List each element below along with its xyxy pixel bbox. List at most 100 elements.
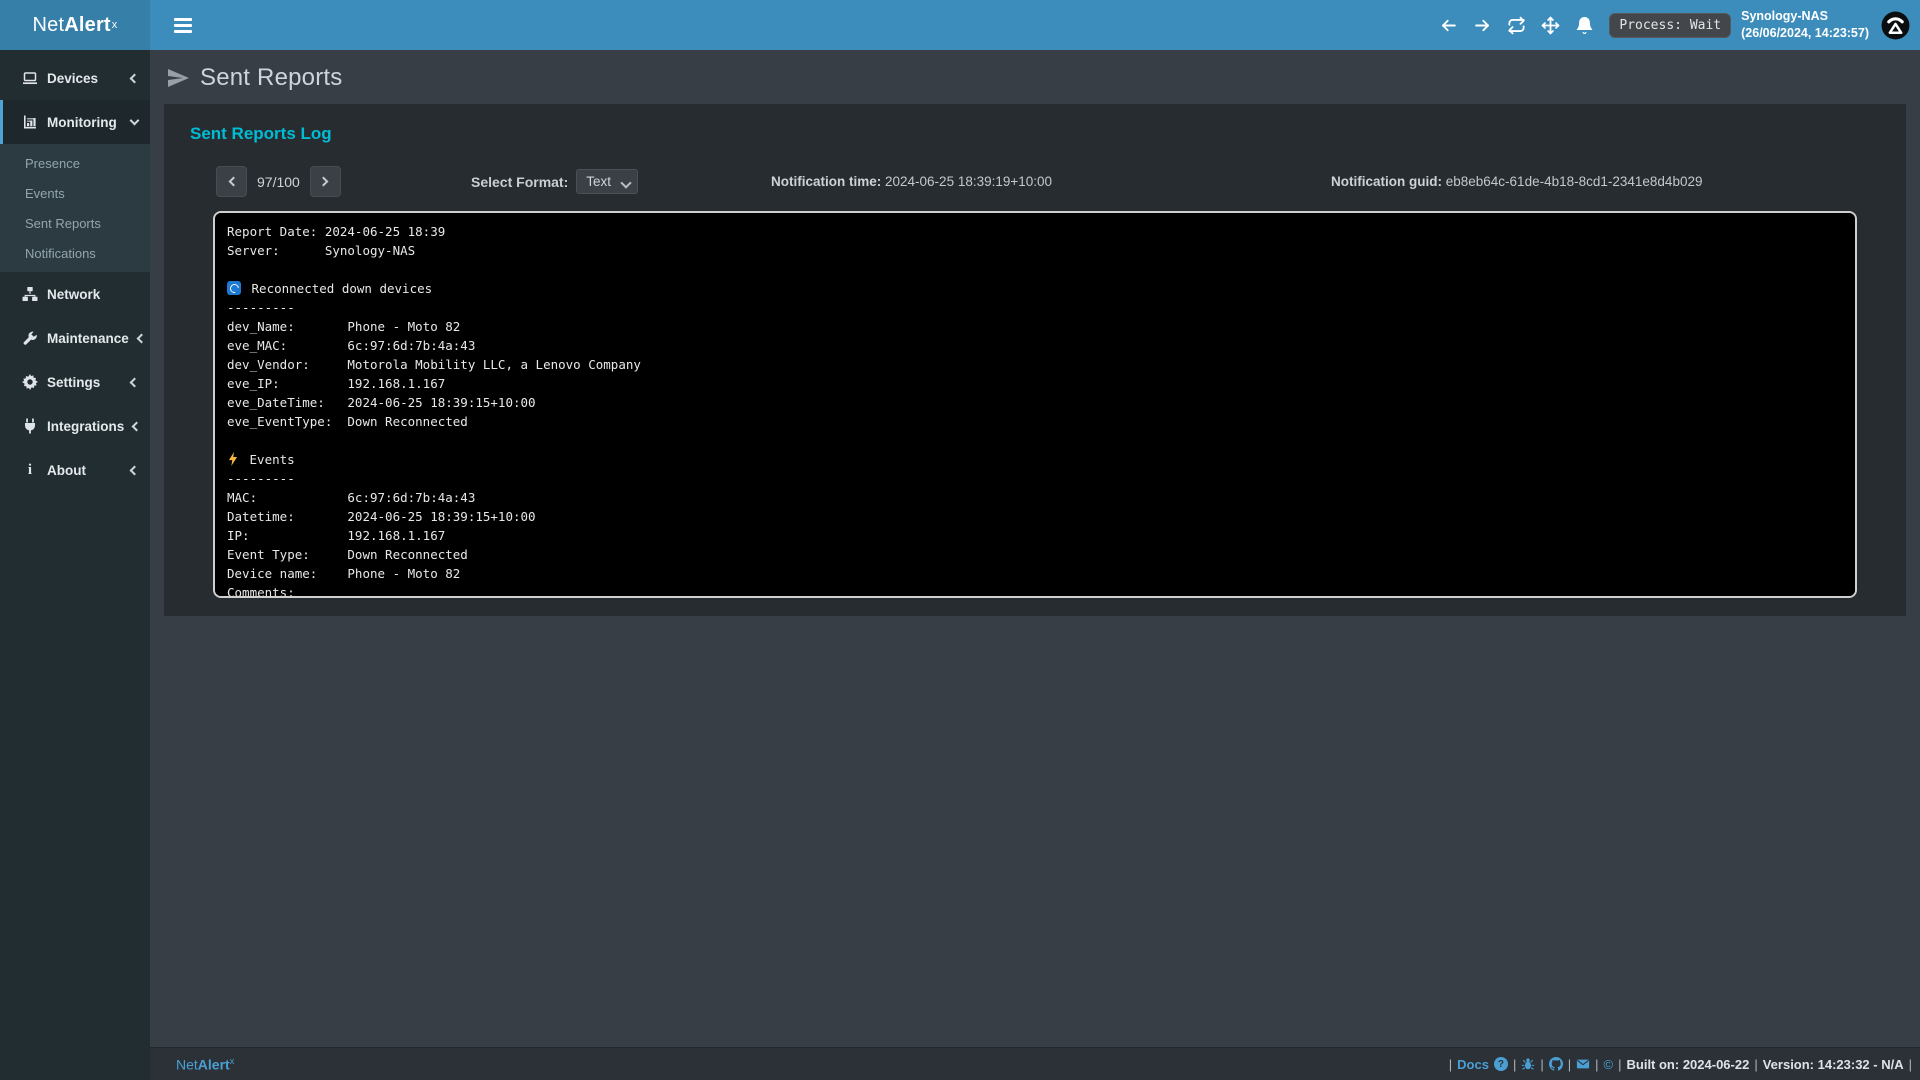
brand-logo[interactable]: NetAlertx xyxy=(0,0,150,50)
notification-guid-value: eb8eb64c-61de-4b18-8cd1-2341e8d4b029 xyxy=(1446,174,1703,189)
panel-heading[interactable]: Sent Reports Log xyxy=(164,118,1906,150)
console-line xyxy=(227,431,1843,450)
sidebar-toggle-button[interactable] xyxy=(168,12,198,39)
envelope-icon xyxy=(1576,1057,1590,1071)
sidebar-item-label: Settings xyxy=(47,375,122,390)
sidebar-subitem-presence[interactable]: Presence xyxy=(0,148,150,178)
format-label: Select Format: xyxy=(471,174,568,190)
console-line: dev_Vendor: Motorola Mobility LLC, a Len… xyxy=(227,355,1843,374)
build-info: Built on: 2024-06-22 xyxy=(1627,1057,1750,1072)
avatar-icon xyxy=(1881,11,1910,40)
gear-icon xyxy=(22,374,38,390)
brand-bold: Alert xyxy=(64,14,111,37)
server-info: Synology-NAS (26/06/2024, 14:23:57) xyxy=(1741,8,1869,43)
sidebar-item-label: Integrations xyxy=(47,419,124,434)
notification-time-label: Notification time: xyxy=(771,174,881,189)
help-icon[interactable]: ? xyxy=(1494,1057,1508,1071)
process-status-badge[interactable]: Process: Wait xyxy=(1609,13,1731,38)
sent-reports-panel: Sent Reports Log 97/100 Select Format: T… xyxy=(164,104,1906,616)
sidebar-item-network[interactable]: Network xyxy=(0,272,150,316)
sidebar-item-about[interactable]: i About xyxy=(0,448,150,492)
console-line: Device name: Phone - Moto 82 xyxy=(227,564,1843,583)
arrow-left-icon xyxy=(1439,16,1458,35)
content-area: Sent Reports Sent Reports Log 97/100 Sel… xyxy=(150,50,1920,1047)
notification-time: Notification time: 2024-06-25 18:39:19+1… xyxy=(771,174,1331,189)
brand-sup: x xyxy=(112,19,118,31)
top-header: NetAlertx Process: Wait Synology-NAS (26… xyxy=(0,0,1920,50)
wrench-icon xyxy=(22,330,38,346)
notification-time-value: 2024-06-25 18:39:19+10:00 xyxy=(885,174,1052,189)
sidebar-item-monitoring[interactable]: Monitoring xyxy=(0,100,150,144)
sidebar-item-settings[interactable]: Settings xyxy=(0,360,150,404)
pagination: 97/100 xyxy=(164,166,471,197)
report-console[interactable]: Report Date: 2024-06-25 18:39Server: Syn… xyxy=(213,211,1857,598)
console-line: Report Date: 2024-06-25 18:39 xyxy=(227,222,1843,241)
bug-report-link[interactable] xyxy=(1521,1057,1535,1071)
laptop-icon xyxy=(22,70,38,86)
console-line: --------- xyxy=(227,469,1843,488)
console-line: --------- xyxy=(227,298,1843,317)
chevron-left-icon xyxy=(130,377,140,387)
prev-report-button[interactable] xyxy=(216,166,247,197)
pagination-count: 97/100 xyxy=(257,174,300,190)
console-line: Events xyxy=(227,450,1843,469)
console-line: Reconnected down devices xyxy=(227,279,1843,298)
console-line: Comments: xyxy=(227,583,1843,598)
sitemap-icon xyxy=(22,286,38,302)
sidebar-item-devices[interactable]: Devices xyxy=(0,56,150,100)
format-select[interactable]: Text xyxy=(576,169,638,194)
sidebar-item-label: Network xyxy=(47,287,138,302)
monitoring-submenu: Presence Events Sent Reports Notificatio… xyxy=(0,144,150,272)
github-link[interactable] xyxy=(1549,1057,1563,1071)
sidebar-item-label: About xyxy=(47,463,122,478)
console-line: eve_MAC: 6c:97:6d:7b:4a:43 xyxy=(227,336,1843,355)
footer-brand-link[interactable]: NetAlertx xyxy=(176,1056,234,1073)
refresh-button[interactable] xyxy=(1499,8,1533,42)
sidebar-subitem-notifications[interactable]: Notifications xyxy=(0,238,150,268)
sidebar-item-label: Monitoring xyxy=(47,115,122,130)
chevron-left-icon xyxy=(130,73,140,83)
sidebar-item-integrations[interactable]: Integrations xyxy=(0,404,150,448)
sidebar-subitem-sent-reports[interactable]: Sent Reports xyxy=(0,208,150,238)
user-avatar[interactable] xyxy=(1881,11,1910,40)
move-icon xyxy=(1541,16,1560,35)
chevron-right-icon xyxy=(319,177,329,187)
copyright-link[interactable]: © xyxy=(1604,1057,1614,1072)
chevron-down-icon xyxy=(130,116,140,126)
console-line: Server: Synology-NAS xyxy=(227,241,1843,260)
sidebar-item-maintenance[interactable]: Maintenance xyxy=(0,316,150,360)
paper-plane-icon xyxy=(166,66,190,90)
chevron-left-icon xyxy=(228,177,238,187)
sidebar-subitem-events[interactable]: Events xyxy=(0,178,150,208)
notification-guid-label: Notification guid: xyxy=(1331,174,1442,189)
console-line: eve_DateTime: 2024-06-25 18:39:15+10:00 xyxy=(227,393,1843,412)
github-icon xyxy=(1549,1057,1563,1071)
docs-link[interactable]: Docs xyxy=(1457,1057,1489,1072)
notifications-button[interactable] xyxy=(1567,8,1601,42)
sidebar-item-label: Devices xyxy=(47,71,122,86)
footer-links: | Docs ? | | | | © | Built on: 2024-06-2… xyxy=(1449,1057,1912,1072)
sidebar-item-label: Maintenance xyxy=(47,331,129,346)
format-select-wrap: Text xyxy=(576,169,638,194)
move-button[interactable] xyxy=(1533,8,1567,42)
page-title: Sent Reports xyxy=(164,58,1906,104)
console-line: eve_IP: 192.168.1.167 xyxy=(227,374,1843,393)
nav-forward-button[interactable] xyxy=(1465,8,1499,42)
brand-prefix: Net xyxy=(32,14,64,37)
format-group: Select Format: Text xyxy=(471,169,771,194)
console-line: dev_Name: Phone - Moto 82 xyxy=(227,317,1843,336)
app-body: Devices Monitoring Presence Events Sent … xyxy=(0,50,1920,1080)
console-line: Event Type: Down Reconnected xyxy=(227,545,1843,564)
chevron-left-icon xyxy=(136,333,146,343)
server-name: Synology-NAS xyxy=(1741,8,1869,26)
page-title-text: Sent Reports xyxy=(200,64,342,92)
email-link[interactable] xyxy=(1576,1057,1590,1071)
nav-back-button[interactable] xyxy=(1431,8,1465,42)
refresh-icon xyxy=(1507,16,1526,35)
console-line xyxy=(227,260,1843,279)
info-icon: i xyxy=(22,462,38,478)
next-report-button[interactable] xyxy=(310,166,341,197)
sidebar: Devices Monitoring Presence Events Sent … xyxy=(0,50,150,1080)
console-line: Datetime: 2024-06-25 18:39:15+10:00 xyxy=(227,507,1843,526)
sync-emoji-icon xyxy=(227,281,241,295)
